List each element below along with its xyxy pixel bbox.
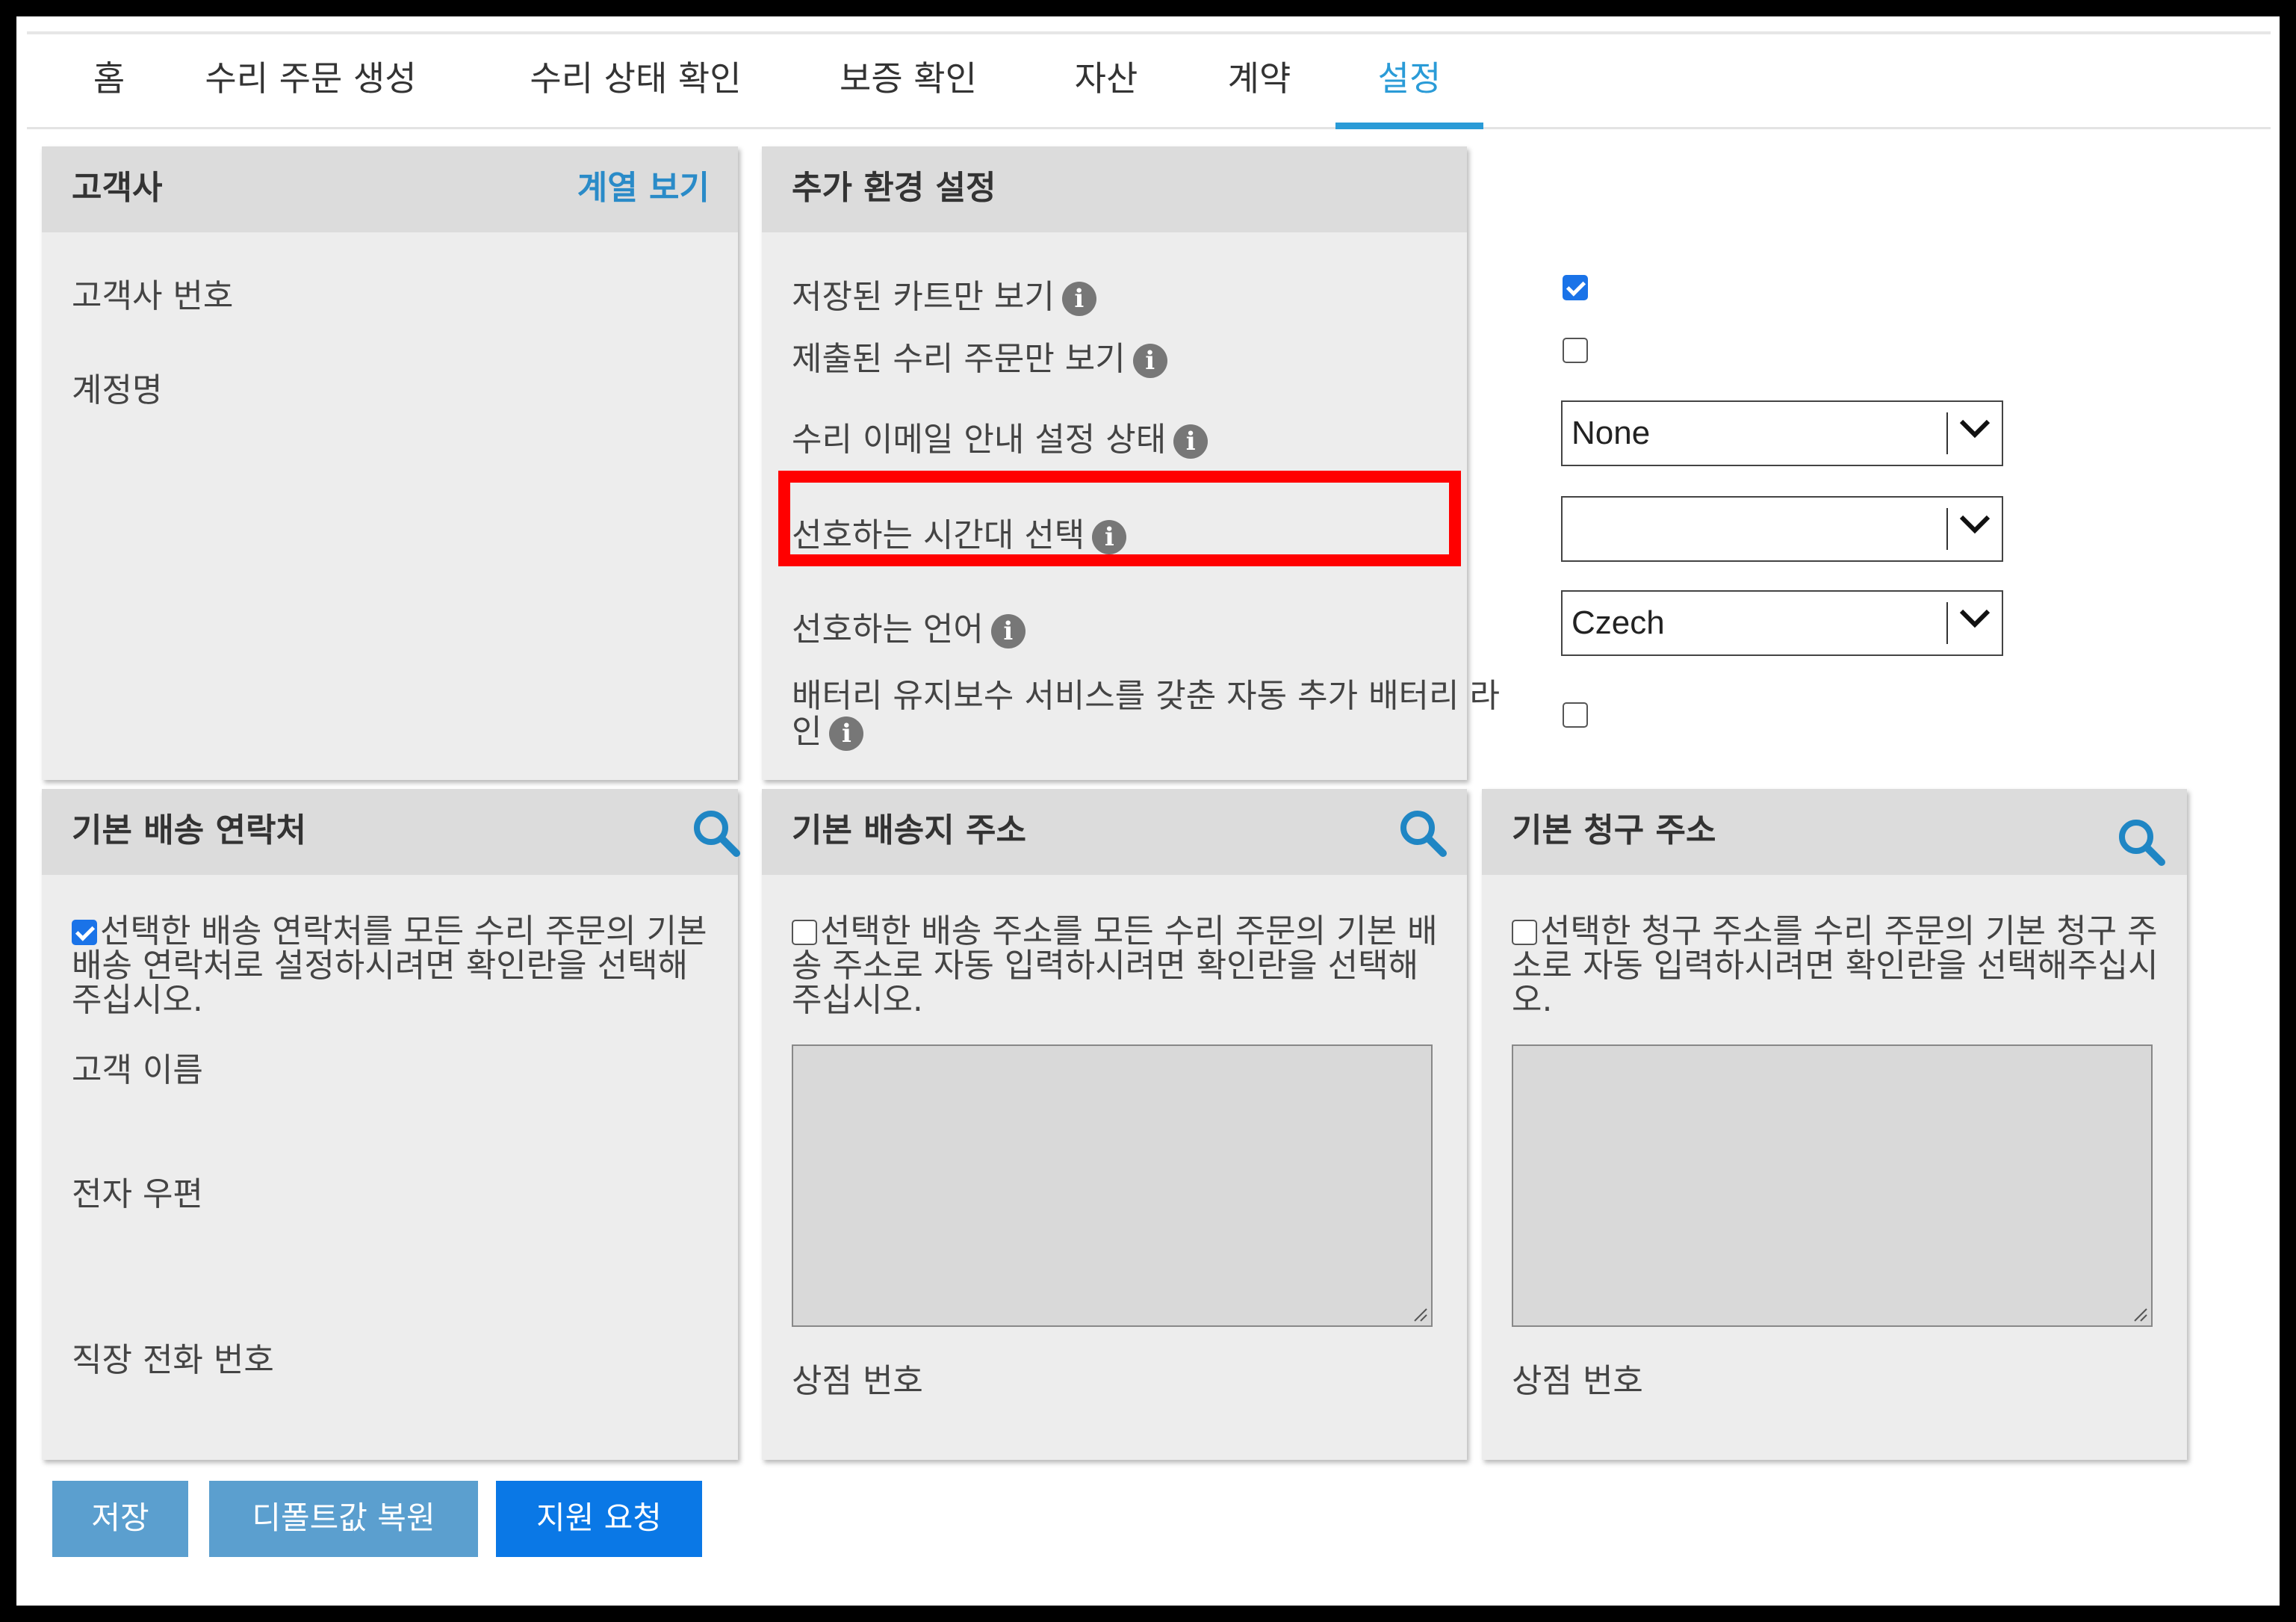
email-notify-select[interactable]: None (1561, 400, 2003, 466)
battery-row: 배터리 유지보수 서비스를 갖춘 자동 추가 배터리 라 인i (792, 678, 1500, 751)
info-icon[interactable]: i (1061, 282, 1096, 316)
timezone-label: 선호하는 시간대 선택 (792, 516, 1085, 554)
battery-label-line1: 배터리 유지보수 서비스를 갖춘 자동 추가 배터리 라 (792, 677, 1500, 715)
select-separator (1946, 412, 1948, 454)
main-nav: 홈 수리 주문 생성 수리 상태 확인 보증 확인 자산 계약 설정 (27, 34, 2271, 129)
tab-repair-status[interactable]: 수리 상태 확인 (512, 34, 759, 127)
resize-grip-icon[interactable] (1410, 1304, 1428, 1322)
saved-cart-only-row: 저장된 카트만 보기 i (792, 270, 1096, 318)
shipping-contact-default-checkbox[interactable] (72, 920, 97, 945)
customer-number-label: 고객사 번호 (72, 277, 234, 315)
search-icon[interactable] (1398, 808, 1448, 858)
language-select[interactable]: Czech (1561, 590, 2003, 656)
email-notify-label: 수리 이메일 안내 설정 상태 (792, 421, 1167, 459)
submitted-orders-only-label: 제출된 수리 주문만 보기 (792, 340, 1126, 378)
account-name-label: 계정명 (72, 371, 163, 409)
info-icon[interactable]: i (1132, 344, 1167, 378)
email-label: 전자 우편 (72, 1175, 203, 1213)
shipping-contact-header: 기본 배송 연락처 (42, 789, 741, 875)
submitted-orders-only-row: 제출된 수리 주문만 보기 i (792, 332, 1167, 380)
shipping-address-panel: 기본 배송지 주소 선택한 배송 주소를 모든 수리 주문의 기본 배송 주소로… (762, 789, 1467, 1460)
shipping-store-number-label: 상점 번호 (792, 1362, 923, 1400)
preferences-panel-header: 추가 환경 설정 (762, 146, 1467, 232)
customer-panel: 고객사 계열 보기 고객사 번호 계정명 (42, 146, 738, 780)
search-icon[interactable] (2117, 817, 2166, 867)
language-value: Czech (1571, 604, 1665, 641)
email-notify-value: None (1571, 415, 1651, 451)
tab-assets[interactable]: 자산 (1058, 34, 1155, 127)
timezone-select[interactable] (1561, 496, 2003, 562)
billing-address-default-checkbox[interactable] (1512, 920, 1537, 945)
work-phone-label: 직장 전화 번호 (72, 1341, 274, 1379)
tab-create-repair-order[interactable]: 수리 주문 생성 (199, 34, 423, 127)
app-window: 홈 수리 주문 생성 수리 상태 확인 보증 확인 자산 계약 설정 고객사 계… (16, 16, 2280, 1606)
email-notify-row: 수리 이메일 안내 설정 상태 i (792, 412, 1208, 460)
billing-store-number-label: 상점 번호 (1512, 1362, 1643, 1400)
customer-panel-header: 고객사 계열 보기 (42, 146, 738, 232)
preferences-panel-title: 추가 환경 설정 (792, 169, 996, 207)
tab-settings[interactable]: 설정 (1335, 34, 1483, 129)
billing-address-panel: 기본 청구 주소 선택한 청구 주소를 수리 주문의 기본 청구 주소로 자동 … (1482, 789, 2187, 1460)
tab-contracts[interactable]: 계약 (1211, 34, 1308, 127)
battery-label-line2: 인 (792, 713, 822, 751)
shipping-contact-title: 기본 배송 연락처 (72, 811, 306, 849)
billing-address-hint-text: 선택한 청구 주소를 수리 주문의 기본 청구 주소로 자동 입력하시려면 확인… (1512, 912, 2159, 1019)
shipping-address-textarea[interactable] (792, 1044, 1433, 1327)
tab-home[interactable]: 홈 (79, 34, 139, 127)
billing-address-hint: 선택한 청구 주소를 수리 주문의 기본 청구 주소로 자동 입력하시려면 확인… (1512, 914, 2162, 1018)
timezone-row: 선호하는 시간대 선택 i (792, 508, 1127, 556)
search-icon[interactable] (692, 808, 741, 858)
language-row: 선호하는 언어 i (792, 602, 1026, 650)
chevron-down-icon (1959, 515, 1991, 534)
chevron-down-icon (1959, 419, 1991, 439)
shipping-address-default-checkbox[interactable] (792, 920, 817, 945)
billing-address-title: 기본 청구 주소 (1512, 811, 1716, 849)
chevron-down-icon (1959, 609, 1991, 628)
submitted-orders-only-checkbox[interactable] (1563, 338, 1588, 363)
saved-cart-only-checkbox[interactable] (1563, 275, 1588, 300)
billing-address-textarea[interactable] (1512, 1044, 2153, 1327)
info-icon[interactable]: i (1173, 424, 1208, 459)
shipping-address-hint: 선택한 배송 주소를 모든 수리 주문의 기본 배송 주소로 자동 입력하시려면… (792, 914, 1442, 1018)
select-separator (1946, 508, 1948, 550)
support-request-button[interactable]: 지원 요청 (496, 1481, 702, 1557)
customer-name-label: 고객 이름 (72, 1051, 203, 1089)
shipping-address-title: 기본 배송지 주소 (792, 811, 1026, 849)
shipping-contact-panel: 기본 배송 연락처 선택한 배송 연락처를 모든 수리 주문의 기본 배송 연락… (42, 789, 741, 1460)
shipping-contact-hint: 선택한 배송 연락처를 모든 수리 주문의 기본 배송 연락처로 설정하시려면 … (72, 914, 714, 1018)
language-label: 선호하는 언어 (792, 610, 984, 649)
info-icon[interactable]: i (829, 716, 864, 751)
view-affiliates-link[interactable]: 계열 보기 (577, 146, 710, 230)
info-icon[interactable]: i (990, 614, 1026, 649)
saved-cart-only-label: 저장된 카트만 보기 (792, 278, 1055, 316)
info-icon[interactable]: i (1092, 520, 1127, 554)
tab-warranty-check[interactable]: 보증 확인 (822, 34, 994, 127)
restore-defaults-button[interactable]: 디폴트값 복원 (209, 1481, 478, 1557)
select-separator (1946, 602, 1948, 644)
resize-grip-icon[interactable] (2130, 1304, 2148, 1322)
save-button[interactable]: 저장 (52, 1481, 188, 1557)
shipping-contact-hint-text: 선택한 배송 연락처를 모든 수리 주문의 기본 배송 연락처로 설정하시려면 … (72, 912, 707, 1019)
billing-address-header: 기본 청구 주소 (1482, 789, 2187, 875)
preferences-panel: 추가 환경 설정 저장된 카트만 보기 i 제출된 수리 주문만 보기 i 수리 이… (762, 146, 2003, 780)
battery-checkbox[interactable] (1563, 702, 1588, 728)
shipping-address-hint-text: 선택한 배송 주소를 모든 수리 주문의 기본 배송 주소로 자동 입력하시려면… (792, 912, 1438, 1019)
customer-panel-title: 고객사 (72, 169, 163, 207)
shipping-address-header: 기본 배송지 주소 (762, 789, 1467, 875)
